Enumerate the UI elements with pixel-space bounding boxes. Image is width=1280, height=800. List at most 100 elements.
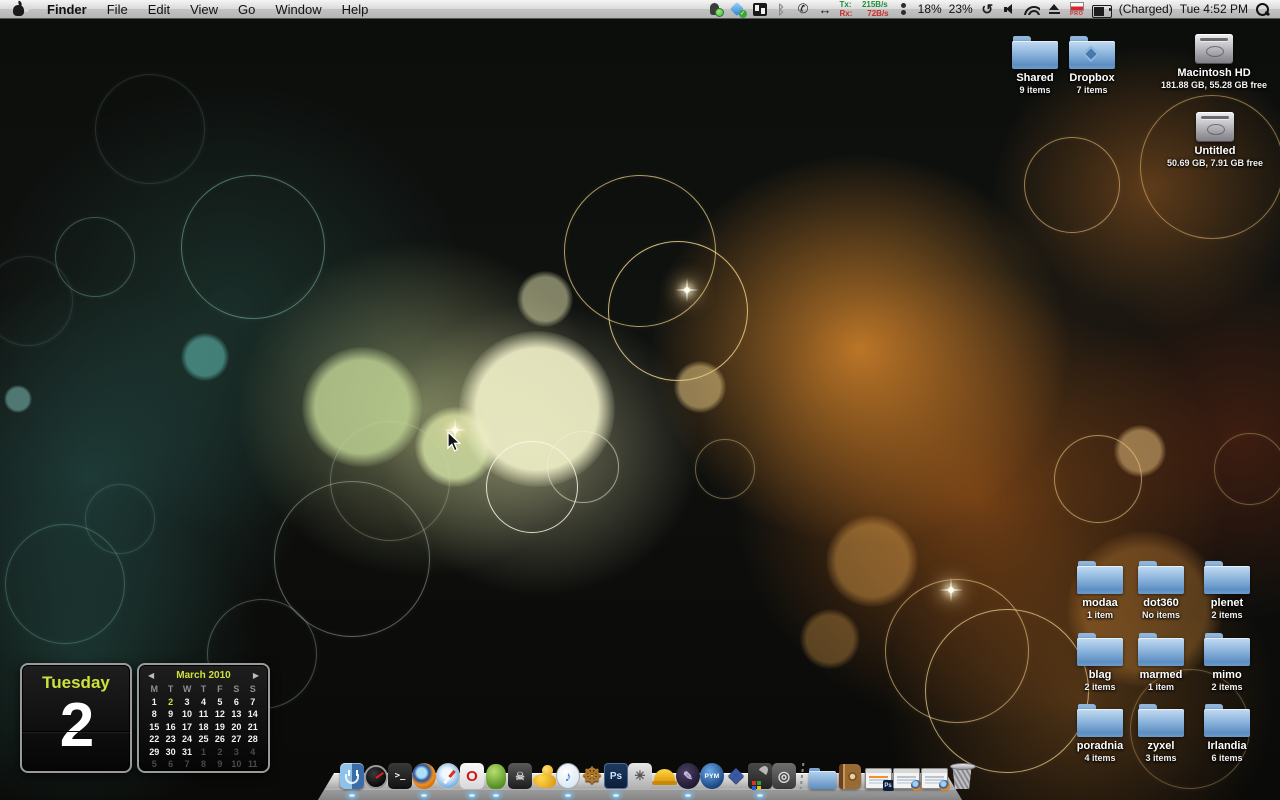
dock-item-aperture-app[interactable]: ◎ [772,759,796,789]
pym-icon: PYM [700,763,724,789]
menu-window[interactable]: Window [265,2,331,17]
calendar-day-cell: 1 [195,746,211,759]
dock-minimized-window-3[interactable] [920,759,948,789]
arrows-icon[interactable] [818,2,833,17]
desktop-icon-plenet[interactable]: plenet2 items [1185,561,1269,620]
bokeh-circle [0,256,73,346]
calendar-weekday-header: W [179,683,195,696]
dock-item-opera[interactable]: O [460,759,484,789]
desktop-icon-info: 4 items [1084,753,1115,763]
dock-minimized-window-1[interactable]: Ps [864,759,892,789]
calendar-day-cell: 12 [212,708,228,721]
bokeh-circle [1214,433,1280,505]
menu-view[interactable]: View [180,2,228,17]
calendar-day-cell: 17 [179,721,195,734]
folder-icon [1204,704,1250,737]
bluetooth-icon[interactable] [774,2,789,17]
battery-status-text: (Charged) [1119,2,1173,16]
dock-item-finder[interactable] [340,759,364,789]
menu-file[interactable]: File [97,2,138,17]
volume-icon[interactable] [1002,2,1017,17]
dock-item-dashboard[interactable] [364,759,388,789]
tx-rate: Tx: 215B/s [840,0,888,9]
calendar-widget: Tuesday 2 ◀ March 2010 ▶ MTWTFSS12345678… [20,663,270,773]
dock-item-hardhat[interactable] [652,759,676,789]
dock-item-terminal[interactable]: >_ [388,759,412,789]
dock-item-paintbrush[interactable]: ✎ [676,759,700,789]
desktop-icon-label: modaa [1082,597,1117,609]
dock-item-itunes[interactable]: ♪ [556,759,580,789]
time-machine-icon[interactable] [980,2,995,17]
dock-item-shipwheel[interactable]: ☸ [580,759,604,789]
calendar-day-cell: 26 [212,733,228,746]
dock-item-pym[interactable]: PYM [700,759,724,789]
calendar-day-cell: 8 [195,758,211,771]
dock-stack-journal[interactable] [836,759,864,789]
calendar-day-cell: 14 [245,708,261,721]
dock-item-firefox[interactable] [412,759,436,789]
dots-icon[interactable] [896,2,911,17]
prev-month-button[interactable]: ◀ [146,671,156,680]
desktop-icon-untitled[interactable]: Untitled50.69 GB, 7.91 GB free [1173,112,1257,168]
dock-item-safari[interactable] [436,759,460,789]
dock-item-amule[interactable] [484,759,508,789]
spotlight-icon[interactable] [1255,2,1270,17]
dock-item-virtualbox[interactable]: ❖ [724,759,748,789]
desktop-icon-info: 1 item [1148,682,1174,692]
calendar-day-cell: 10 [228,758,244,771]
apple-menu-icon[interactable] [12,2,27,17]
grey-app-icon [508,763,532,789]
dock-item-compress[interactable]: ✳ [628,759,652,789]
im-status-icon[interactable] [709,2,724,17]
dock-trash[interactable] [948,759,976,789]
amule-icon [486,764,506,789]
bokeh-circle [181,175,325,319]
menu-go[interactable]: Go [228,2,265,17]
firefox-window-thumbnail [921,768,948,789]
dock-stack-doc-folder[interactable] [808,759,836,789]
folder-icon [1138,704,1184,737]
calendar-day-cell: 25 [195,733,211,746]
network-throughput: Tx: 215B/sRx: 72B/s [840,0,889,18]
eject-icon[interactable] [1047,2,1062,17]
dock-item-remote-desktop[interactable] [748,759,772,789]
folder-icon [1077,633,1123,666]
menu-finder[interactable]: Finder [37,2,97,17]
calendar-day-cell: 20 [228,721,244,734]
menu-clock[interactable]: Tue 4:52 PM [1180,2,1248,16]
calendar-day-cell: 30 [162,746,178,759]
compress-icon: ✳ [628,763,652,789]
bokeh-circle [4,385,32,413]
tiles-icon[interactable] [753,3,767,16]
dock-item-photoshop[interactable]: Ps [604,759,628,789]
desktop-icon-mimo[interactable]: mimo2 items [1185,633,1269,692]
dock-minimized-window-2[interactable] [892,759,920,789]
bokeh-circle [486,441,578,533]
desktop-icon-info: 1 item [1087,610,1113,620]
dock-item-cyberduck[interactable] [532,759,556,789]
menu-help[interactable]: Help [332,2,379,17]
dropbox-sync-icon[interactable] [731,2,746,17]
menu-edit[interactable]: Edit [138,2,180,17]
bokeh-circle [1024,137,1120,233]
journal-icon [839,764,861,789]
keyboard-flag-icon[interactable]: PRO [1069,1,1085,17]
desktop-icon-dropbox[interactable]: Dropbox7 items [1050,36,1134,95]
battery-icon[interactable] [1092,2,1112,17]
calendar-weekday-header: T [162,683,178,696]
calendar-month-pane: ◀ March 2010 ▶ MTWTFSS123456789101112131… [137,663,270,773]
dashboard-icon [364,765,388,789]
lens-flare-sparkle [948,587,954,593]
calendar-day-cell: 10 [179,708,195,721]
wifi-icon[interactable] [1024,4,1040,15]
desktop-icon-macintosh-hd[interactable]: Macintosh HD181.88 GB, 55.28 GB free [1172,34,1256,90]
firefox-icon [412,763,436,789]
dock-item-grey-app[interactable] [508,759,532,789]
calendar-day-cell: 11 [195,708,211,721]
desktop-icon-irlandia[interactable]: Irlandia6 items [1185,704,1269,763]
desktop-icon-info: 9 items [1019,85,1050,95]
calendar-day-cell: 24 [179,733,195,746]
next-month-button[interactable]: ▶ [251,671,261,680]
phone-icon[interactable] [796,2,811,17]
desktop-icon-info: No items [1142,610,1180,620]
